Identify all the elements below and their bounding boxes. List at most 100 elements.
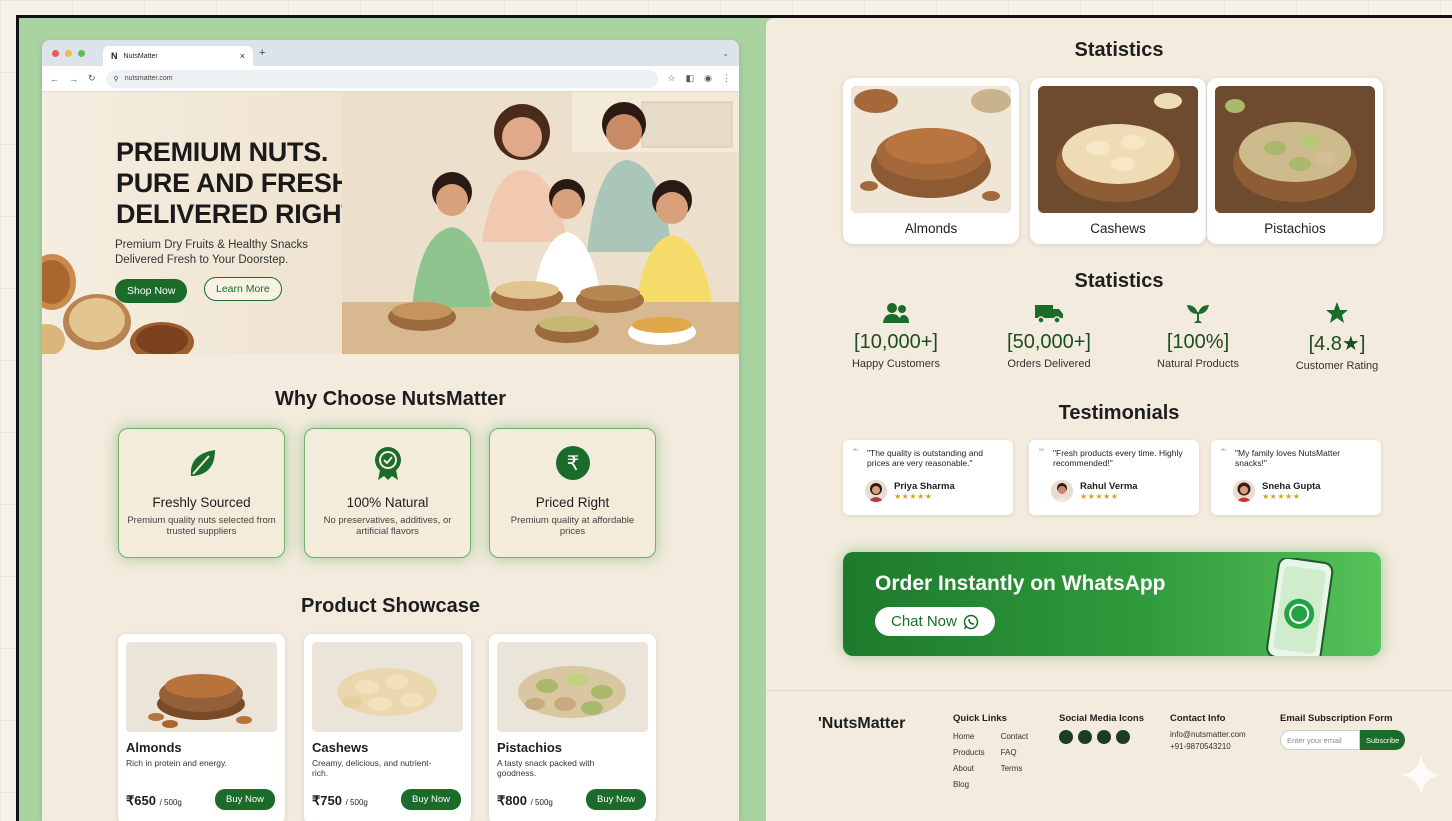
footer-social: Social Media Icons [1059,713,1144,744]
hero-headline: PREMIUM NUTS. PURE AND FRESH. DELIVERED … [116,137,362,230]
price-unit: / 500g [159,798,182,807]
feature-desc: Premium quality nuts selected from trust… [127,515,276,537]
headline-line-3: DELIVERED RIGHT. [116,199,362,229]
browser-tab-bar: N NutsMatter × + ⌄ [42,40,739,66]
close-tab-icon[interactable]: × [240,51,245,61]
minimize-window-dot[interactable] [65,49,72,57]
instagram-icon[interactable] [1078,730,1092,744]
product-desc: Creamy, delicious, and nutrient-rich. [312,758,432,778]
rating-stars: ★★★★★ [1080,492,1119,501]
product-price: ₹650 / 500g [126,793,182,809]
footer-link-terms[interactable]: Terms [1001,761,1029,777]
buy-now-button[interactable]: Buy Now [400,789,461,810]
footer-link-about[interactable]: About [953,761,985,777]
metric-happy-customers: [10,000+] Happy Customers [821,301,971,370]
metric-value: [50,000+] [1007,331,1091,353]
maximize-window-dot[interactable] [78,49,85,57]
cashews-image [312,642,463,732]
stat-card-cashews[interactable]: Cashews [1030,78,1206,244]
footer-link-faq[interactable]: FAQ [1001,745,1029,761]
metric-natural-products: [100%] Natural Products [1123,301,1273,370]
footer-link-blog[interactable]: Blog [953,777,985,793]
contact-phone[interactable]: +91-9870543210 [1170,741,1246,753]
facebook-icon[interactable] [1059,730,1073,744]
whatsapp-banner: Order Instantly on WhatsApp Chat Now [843,552,1381,656]
almonds-image [126,642,277,732]
users-icon [821,301,971,325]
new-tab-icon[interactable]: + [259,47,265,59]
profile-icon[interactable]: ◉ [704,73,712,84]
feature-desc: Premium quality at affordable prices [510,515,635,537]
footer-link-contact[interactable]: Contact [1001,729,1029,745]
author-name: Rahul Verma [1080,481,1138,492]
sparkle-icon [1400,754,1442,796]
stat-card-label: Pistachios [1264,221,1326,236]
reload-icon[interactable]: ↻ [88,73,96,84]
buy-now-button[interactable]: Buy Now [585,789,646,810]
feature-title: 100% Natural [346,495,429,510]
testimonial-author: Rahul Verma ★★★★★ [1051,480,1138,502]
feature-title: Priced Right [535,495,610,510]
url-field[interactable]: ⚲ nutsmatter.com [105,69,658,88]
bookmark-star-icon[interactable]: ☆ [668,73,676,84]
product-price: ₹800 / 500g [497,793,553,809]
phone-whatsapp-icon [1266,558,1334,656]
pistachios-image [497,642,648,732]
family-eating-nuts-image [342,92,739,354]
close-window-dot[interactable] [52,49,59,57]
testimonial-quote: "Fresh products every time. Highly recom… [1039,448,1189,468]
email-input[interactable]: Enter your email [1280,730,1360,750]
stat-card-label: Almonds [904,221,958,236]
footer-link-products[interactable]: Products [953,745,985,761]
footer: 'NutsMatter Quick Links Home Products Ab… [766,690,1452,821]
sidebar-icon[interactable]: ◧ [686,73,695,84]
twitter-icon[interactable] [1116,730,1130,744]
buy-now-button[interactable]: Buy Now [214,789,275,810]
avatar [865,480,887,502]
site-info-icon[interactable]: ⚲ [114,75,119,83]
tab-favicon: N [111,51,118,61]
badge-icon [370,445,406,481]
product-desc: Rich in protein and energy. [126,758,227,768]
product-name: Cashews [312,740,369,755]
rating-stars: ★★★★★ [894,492,933,501]
footer-brand[interactable]: 'NutsMatter [818,715,905,733]
star-icon [1262,301,1412,325]
tab-list-chevron-icon[interactable]: ⌄ [722,49,729,58]
contact-email[interactable]: info@nutsmatter.com [1170,729,1246,741]
address-bar: ← → ↻ ⚲ nutsmatter.com ☆ ◧ ◉ ⋮ [42,66,739,92]
url-text: nutsmatter.com [124,75,173,82]
metric-value: [100%] [1166,331,1230,353]
almonds-bowl-image [851,86,1011,213]
subscribe-button[interactable]: Subscribe [1360,730,1406,750]
rating-stars: ★★★★★ [1262,492,1301,501]
product-price: ₹750 / 500g [312,793,368,809]
learn-more-button[interactable]: Learn More [204,277,282,301]
price-unit: / 500g [530,798,553,807]
forward-arrow-icon[interactable]: → [69,74,78,84]
cashews-bowl-image [1038,86,1198,213]
statistics-title-top: Statistics [1074,39,1164,61]
testimonial-quote: "The quality is outstanding and prices a… [853,448,1003,468]
browser-tab[interactable]: N NutsMatter × [103,46,253,66]
stat-card-pistachios[interactable]: Pistachios [1207,78,1383,244]
pinterest-icon[interactable] [1097,730,1111,744]
plant-icon [1123,301,1273,325]
feature-title: Freshly Sourced [152,495,251,510]
chat-now-button[interactable]: Chat Now [875,607,995,636]
shop-now-button[interactable]: Shop Now [115,279,188,303]
subtitle-line-2: Delivered Fresh to Your Doorstep. [115,254,289,266]
stat-card-almonds[interactable]: Almonds [843,78,1019,244]
price-value: ₹800 [497,793,527,808]
metric-orders-delivered: [50,000+] Orders Delivered [974,301,1124,370]
headline-line-1: PREMIUM NUTS. [116,137,329,167]
feature-card-priced-right: ₹ Priced Right Premium quality at afford… [489,428,656,558]
product-showcase-title: Product Showcase [301,595,480,617]
chat-now-label: Chat Now [891,613,957,630]
testimonial-card: "My family loves NutsMatter snacks!" Sne… [1211,440,1381,515]
footer-link-home[interactable]: Home [953,729,985,745]
headline-line-2: PURE AND FRESH. [116,168,359,198]
truck-icon [974,301,1124,325]
menu-kebab-icon[interactable]: ⋮ [722,73,731,84]
back-arrow-icon[interactable]: ← [50,74,59,84]
